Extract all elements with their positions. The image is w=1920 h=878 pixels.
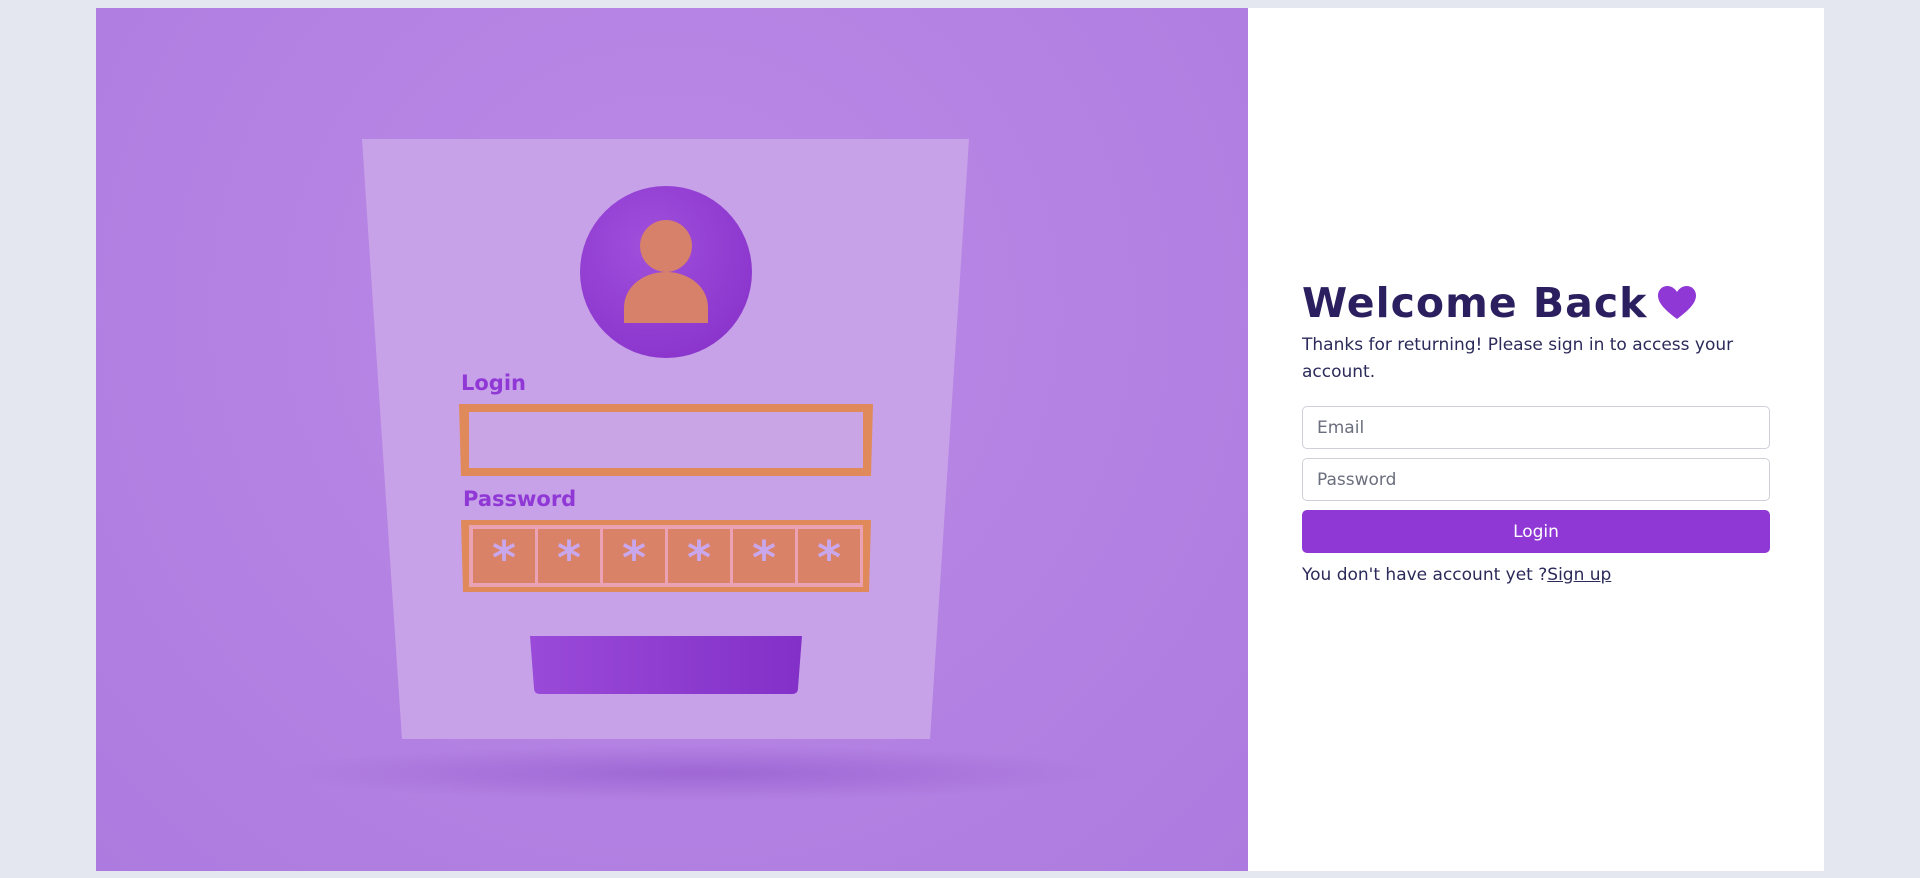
signin-form: Welcome Back Thanks for returning! Pleas… xyxy=(1302,278,1770,585)
password-field[interactable] xyxy=(1302,458,1770,501)
signup-link[interactable]: Sign up xyxy=(1547,565,1611,585)
signin-panel: Welcome Back Thanks for returning! Pleas… xyxy=(1248,8,1824,871)
illustration-login-field xyxy=(459,404,873,476)
password-mask-char: * xyxy=(687,531,711,585)
email-field[interactable] xyxy=(1302,406,1770,449)
password-mask-char: * xyxy=(622,531,646,585)
title-row: Welcome Back xyxy=(1302,278,1770,328)
no-account-text: You don't have account yet ? xyxy=(1302,565,1548,585)
login-button[interactable]: Login xyxy=(1302,510,1770,553)
floor-shadow xyxy=(276,745,1116,801)
password-mask-char: * xyxy=(557,531,581,585)
signup-row: You don't have account yet ?Sign up xyxy=(1302,565,1770,585)
subtitle: Thanks for returning! Please sign in to … xyxy=(1302,335,1734,382)
password-mask-char: * xyxy=(817,531,841,585)
illustration-password-label: Password xyxy=(463,487,576,511)
login-illustration-graphic: Login Password * * * * * * xyxy=(276,139,1116,801)
login-card: Login Password * * * * * * Welcome Back xyxy=(96,8,1824,871)
illustration-button xyxy=(530,636,802,694)
login-illustration: Login Password * * * * * * xyxy=(96,8,1248,871)
password-mask-char: * xyxy=(492,531,516,585)
illustration-login-label: Login xyxy=(461,371,526,395)
heart-icon xyxy=(1658,286,1697,319)
password-mask-char: * xyxy=(752,531,776,585)
password-mask-boxes: * * * * * * xyxy=(471,527,862,585)
page-title: Welcome Back xyxy=(1302,279,1648,327)
